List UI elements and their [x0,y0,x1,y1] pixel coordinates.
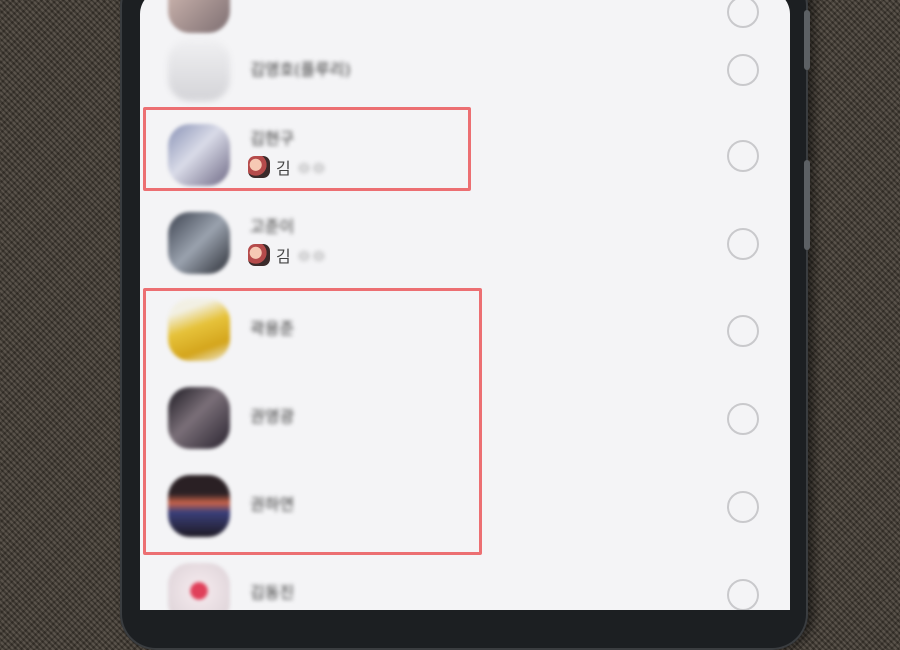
select-radio[interactable] [727,491,759,523]
select-radio[interactable] [727,140,759,172]
mutual-friend-name-rest: ㅇㅇ [296,247,327,266]
select-radio[interactable] [727,579,759,610]
list-item-friend[interactable]: 김동진 [140,551,790,610]
select-radio[interactable] [727,315,759,347]
avatar [168,39,230,101]
contact-name: 고준이 [250,217,295,236]
list-item-friend[interactable]: 고준이 김 ㅇㅇ [140,200,790,288]
mutual-friend: 김 ㅇㅇ [248,243,326,267]
select-radio[interactable] [727,228,759,260]
select-radio[interactable] [727,54,759,86]
avatar [168,212,230,274]
highlight-box [143,107,471,191]
highlight-box [143,288,482,555]
power-button [804,160,810,250]
contact-name: 김동진 [250,583,295,602]
mutual-friend-name: 김 [276,247,291,266]
select-radio[interactable] [727,0,759,28]
mutual-friend-avatar [248,244,270,266]
select-radio[interactable] [727,403,759,435]
avatar [168,563,230,610]
list-item-friend[interactable]: 김영호(플루리) [140,26,790,114]
volume-button [804,10,810,70]
contact-name: 김영호(플루리) [250,60,351,79]
